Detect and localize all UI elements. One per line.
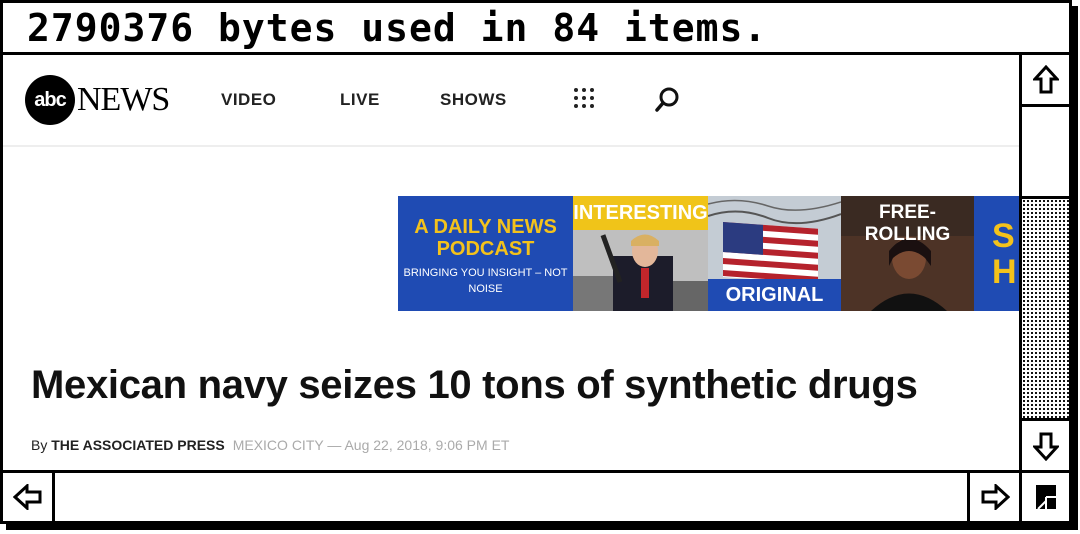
- article-headline: Mexican navy seizes 10 tons of synthetic…: [31, 363, 918, 407]
- scroll-left-button[interactable]: [3, 473, 55, 521]
- free-rolling-label: FREE-ROLLING: [864, 202, 951, 245]
- podcast-title: A DAILY NEWS PODCAST: [414, 216, 557, 260]
- podcast-tagline: BRINGING YOU INSIGHT – NOT NOISE: [403, 267, 568, 295]
- cutoff-tile[interactable]: S H: [974, 196, 1019, 311]
- cutoff-tile-label: S H: [992, 217, 1017, 291]
- vertical-scrollbar[interactable]: [1019, 55, 1069, 470]
- grow-box-icon: [1035, 485, 1056, 510]
- interesting-tile[interactable]: INTERESTING: [573, 196, 708, 311]
- scroll-up-arrow-icon: [1032, 64, 1059, 93]
- abc-logo-circle: abc: [25, 75, 75, 125]
- byline-author[interactable]: THE ASSOCIATED PRESS: [51, 437, 224, 453]
- scroll-up-button[interactable]: [1022, 55, 1069, 107]
- grow-box[interactable]: [1019, 470, 1069, 521]
- window-shadow-bottom: [6, 524, 1078, 530]
- promo-banner[interactable]: A DAILY NEWS PODCAST BRINGING YOU INSIGH…: [398, 196, 1019, 311]
- window-title: 2790376 bytes used in 84 items.: [27, 6, 768, 50]
- original-label: ORIGINAL: [708, 279, 841, 311]
- scroll-thumb[interactable]: [1022, 199, 1069, 418]
- nav-item-live[interactable]: LIVE: [340, 90, 380, 110]
- byline-meta: MEXICO CITY — Aug 22, 2018, 9:06 PM ET: [232, 437, 510, 453]
- search-icon[interactable]: [655, 86, 681, 117]
- scroll-right-button[interactable]: [967, 473, 1019, 521]
- site-nav: abc NEWS VIDEO LIVE SHOWS: [3, 55, 1019, 147]
- abc-news-logo[interactable]: abc NEWS: [25, 75, 170, 125]
- window-shadow-right: [1072, 6, 1078, 530]
- byline-by: By: [31, 437, 52, 453]
- interesting-label: INTERESTING: [573, 196, 708, 230]
- browser-window: 2790376 bytes used in 84 items. abc NEWS…: [0, 0, 1072, 524]
- podcast-promo-tile[interactable]: A DAILY NEWS PODCAST BRINGING YOU INSIGH…: [398, 196, 573, 311]
- news-logo-text: NEWS: [77, 81, 170, 118]
- scroll-down-button[interactable]: [1022, 418, 1069, 470]
- nav-item-video[interactable]: VIDEO: [221, 90, 276, 110]
- grid-icon[interactable]: [572, 86, 596, 115]
- scroll-track-top[interactable]: [1022, 107, 1069, 199]
- page-content: abc NEWS VIDEO LIVE SHOWS A DAILY NEWS P…: [3, 55, 1019, 470]
- article-byline: By THE ASSOCIATED PRESS MEXICO CITY — Aug…: [31, 437, 509, 453]
- horizontal-scrollbar[interactable]: [3, 470, 1019, 521]
- scroll-down-arrow-icon: [1032, 432, 1059, 461]
- scroll-right-arrow-icon: [981, 484, 1010, 510]
- free-rolling-tile[interactable]: FREE-ROLLING: [841, 196, 974, 311]
- window-title-bar[interactable]: 2790376 bytes used in 84 items.: [3, 3, 1069, 55]
- scroll-left-arrow-icon: [12, 484, 41, 510]
- nav-item-shows[interactable]: SHOWS: [440, 90, 507, 110]
- original-tile[interactable]: ORIGINAL: [708, 196, 841, 311]
